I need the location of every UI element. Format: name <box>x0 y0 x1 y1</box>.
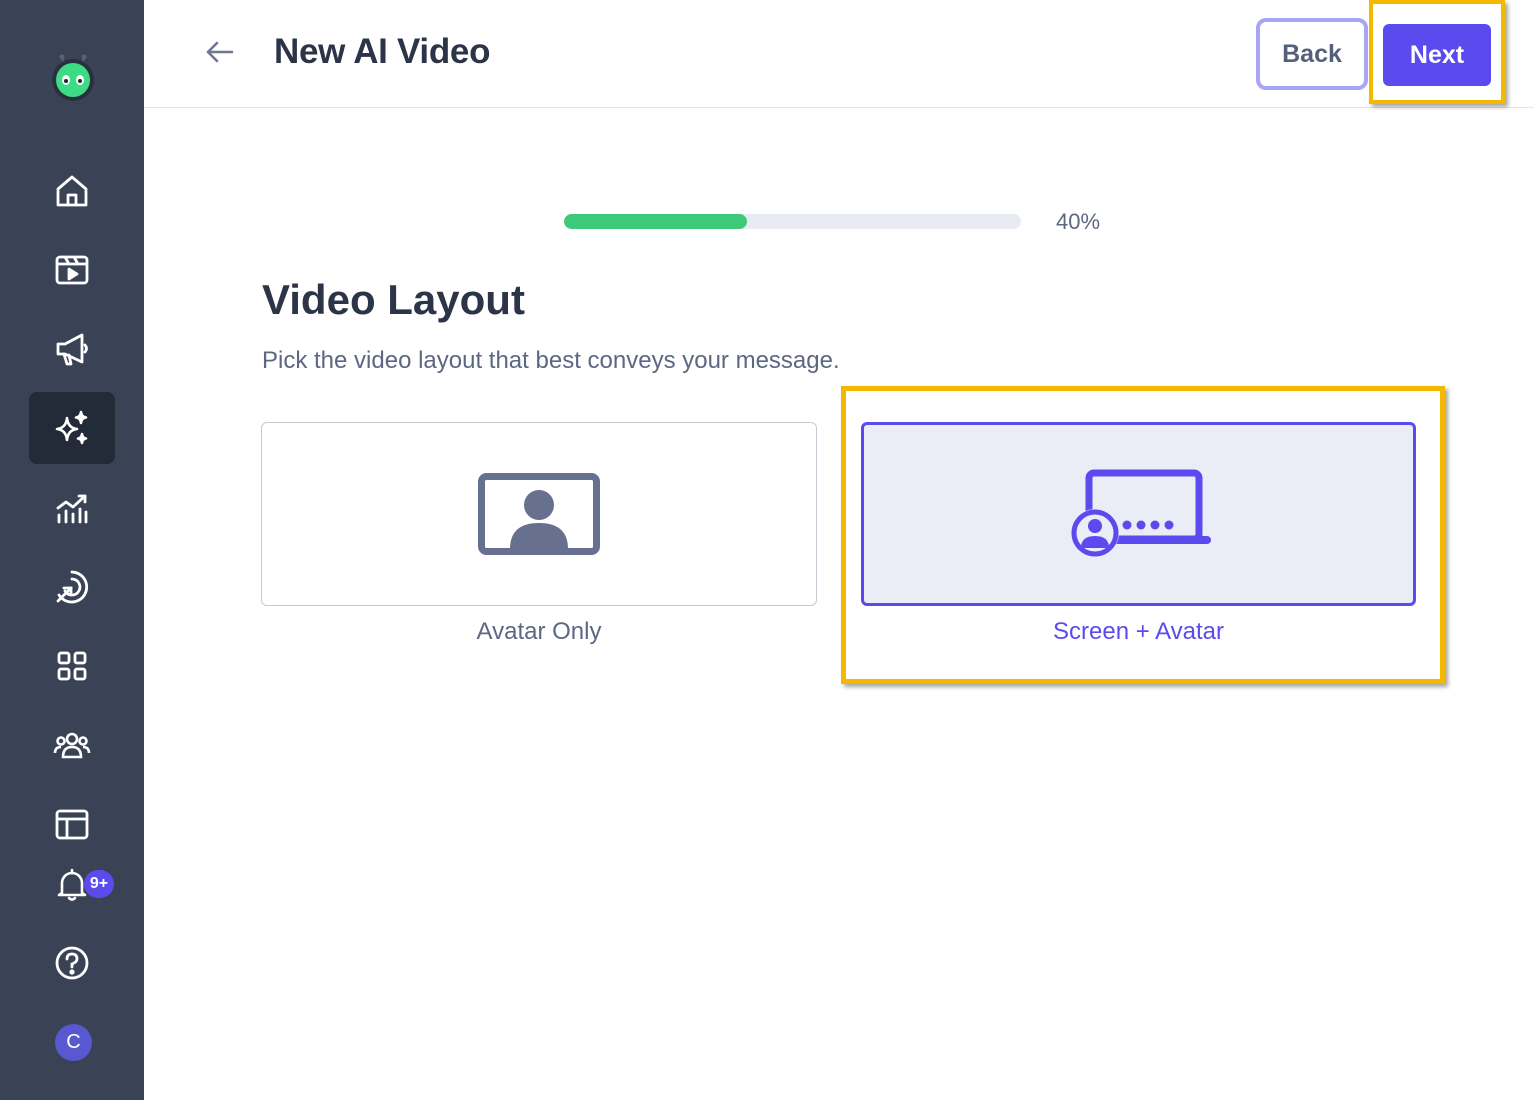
sidebar-item-targeting[interactable] <box>29 551 115 623</box>
robot-logo-icon[interactable] <box>48 50 98 102</box>
sidebar-item-team[interactable] <box>29 709 115 781</box>
apps-grid-icon <box>57 651 87 681</box>
sidebar-item-apps[interactable] <box>29 630 115 702</box>
target-icon <box>56 570 89 604</box>
team-icon <box>53 732 91 759</box>
section-title: Video Layout <box>262 276 525 323</box>
selected-option-highlight <box>841 386 1445 684</box>
next-button-highlight <box>1369 0 1505 104</box>
sidebar-item-help[interactable] <box>29 927 115 999</box>
page-title: New AI Video <box>274 32 491 71</box>
layout-option-label: Avatar Only <box>476 618 602 645</box>
notification-badge: 9+ <box>84 870 114 898</box>
progress-bar <box>564 214 1021 229</box>
sidebar-item-analytics[interactable] <box>29 472 115 544</box>
home-icon <box>56 175 88 207</box>
sidebar: 9+ C <box>0 0 144 1100</box>
video-clapper-icon <box>55 255 89 285</box>
megaphone-icon <box>56 333 88 366</box>
section-subtitle: Pick the video layout that best conveys … <box>262 347 840 374</box>
layout-option-avatar-only[interactable] <box>261 422 817 606</box>
user-avatar[interactable]: C <box>55 1024 92 1061</box>
progress-fill <box>564 214 747 229</box>
avatar-frame-icon <box>478 473 600 555</box>
sidebar-item-campaigns[interactable] <box>29 313 115 385</box>
sidebar-item-home[interactable] <box>29 155 115 227</box>
back-button[interactable]: Back <box>1256 18 1368 90</box>
help-icon <box>55 946 89 980</box>
sparkles-icon <box>55 410 88 445</box>
layout-icon <box>55 809 89 840</box>
header: New AI Video Back Next <box>144 0 1534 108</box>
sidebar-item-videos[interactable] <box>29 234 115 306</box>
progress-label: 40% <box>1056 209 1101 234</box>
sidebar-item-ai[interactable] <box>29 392 115 464</box>
analytics-icon <box>56 494 88 524</box>
back-arrow-icon[interactable] <box>202 34 238 70</box>
